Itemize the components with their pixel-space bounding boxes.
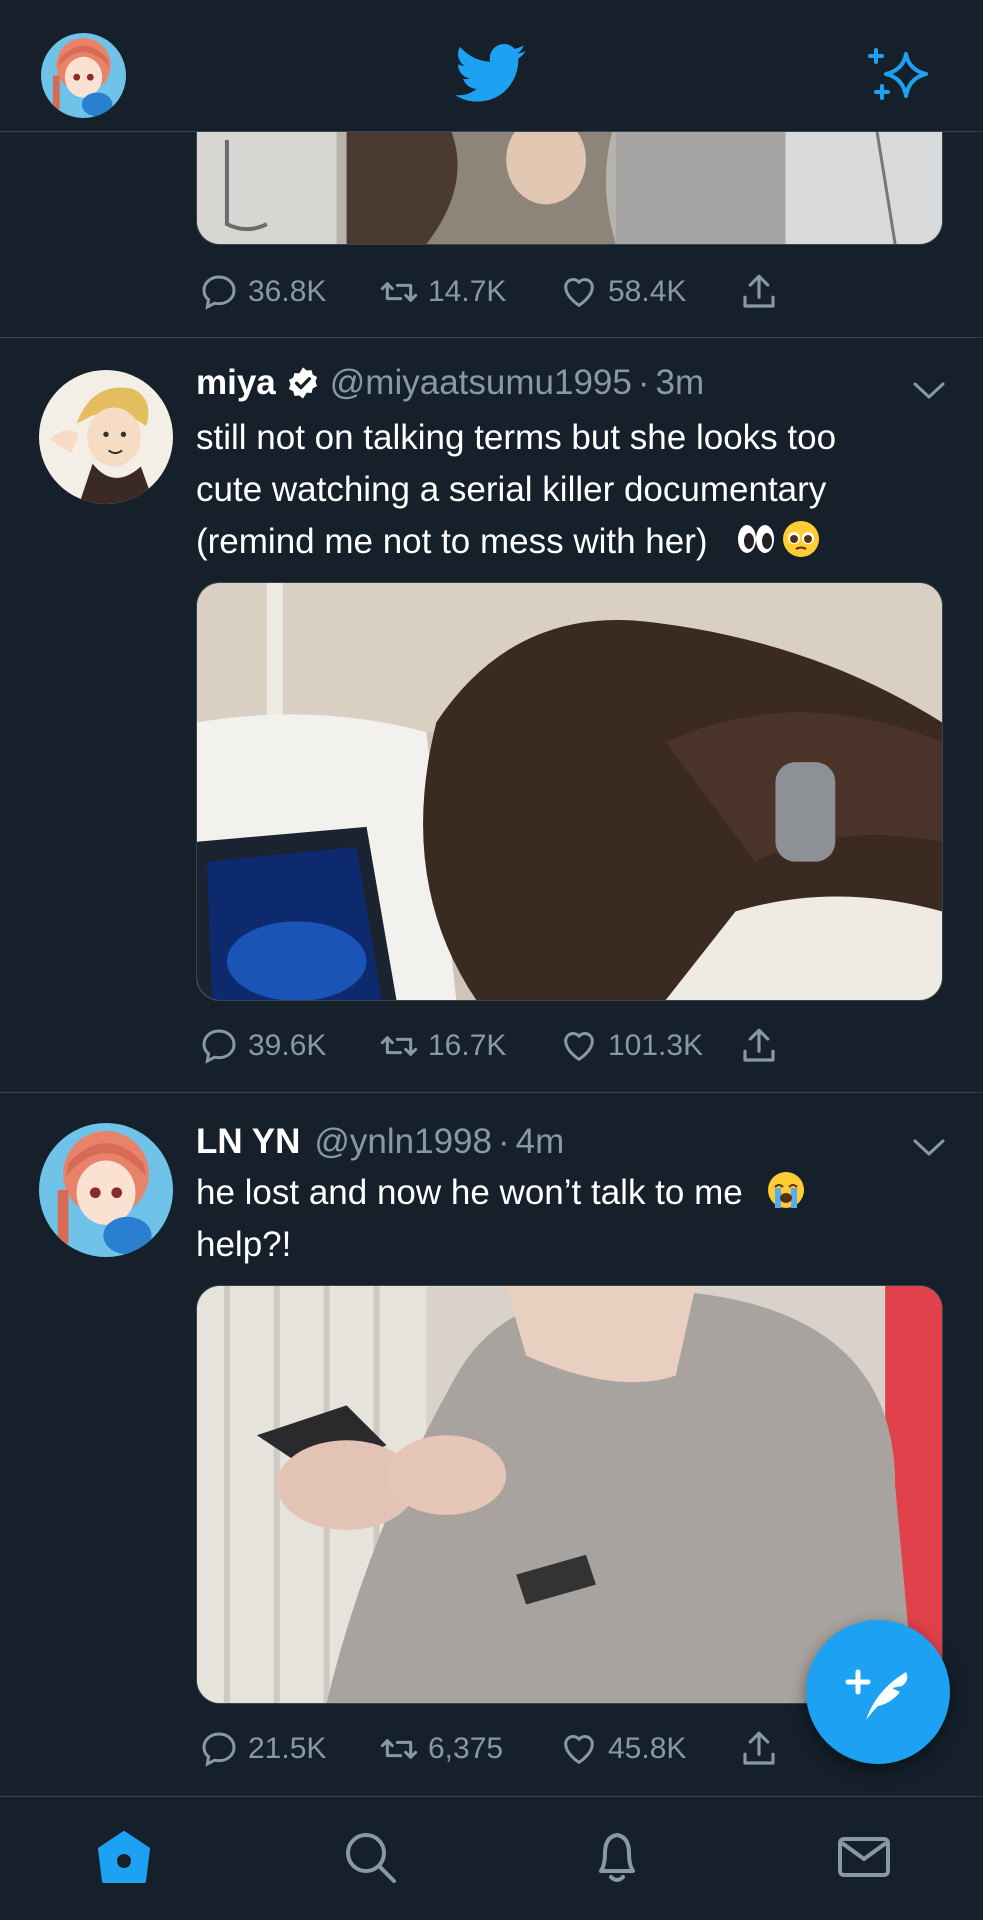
tweet-actions: 36.8K 14.7K 58.4K [198, 270, 788, 314]
tweet-text-line: (remind me not to mess with her) [196, 516, 956, 568]
like-button[interactable]: 58.4K [558, 272, 738, 312]
tweet-media-image[interactable] [196, 582, 943, 1001]
tweet-text-line: still not on talking terms but she looks… [196, 418, 837, 457]
loudly-crying-face-emoji [768, 1172, 805, 1208]
user-handle[interactable]: @ynln1998 [314, 1122, 492, 1162]
reply-count: 39.6K [248, 1029, 327, 1062]
compose-tweet-button[interactable] [806, 1620, 950, 1764]
reply-icon [202, 1732, 236, 1767]
nav-search[interactable] [340, 1827, 400, 1887]
messages-icon [838, 1837, 890, 1877]
separator: · [637, 363, 650, 402]
profile-avatar[interactable] [41, 33, 126, 118]
retweet-count: 14.7K [428, 275, 507, 308]
display-name[interactable]: LN YN [196, 1122, 300, 1162]
tweet[interactable]: miya @miyaatsumu1995 · 3m still not on t… [0, 338, 983, 1093]
twitter-bird-icon[interactable] [455, 44, 527, 104]
tweet-text: still not on talking terms but she looks… [196, 412, 956, 568]
tweet-media-image[interactable] [196, 120, 943, 245]
tweet-text-line: help?! [196, 1225, 292, 1264]
retweet-icon [380, 1739, 418, 1759]
tweet-time[interactable]: 3m [656, 363, 705, 403]
sparkle-icon[interactable] [868, 44, 936, 106]
separator: · [497, 1122, 510, 1161]
reply-button[interactable]: 36.8K [198, 272, 378, 312]
retweet-button[interactable]: 6,375 [378, 1729, 558, 1769]
search-icon [346, 1833, 396, 1883]
tweet-actions: 21.5K 6,375 45.8K [198, 1727, 788, 1771]
compose-tweet-icon [845, 1669, 908, 1720]
retweet-button[interactable]: 14.7K [378, 272, 558, 312]
tweet-header: miya @miyaatsumu1995 · 3m [196, 360, 704, 406]
reply-count: 36.8K [248, 275, 327, 308]
share-button[interactable] [738, 1728, 788, 1770]
tweet-text-line: he lost and now he won’t talk to me [196, 1167, 956, 1219]
notifications-icon [599, 1833, 635, 1882]
retweet-icon [380, 1036, 418, 1056]
chevron-down-icon[interactable] [912, 380, 946, 402]
like-button[interactable]: 45.8K [558, 1729, 738, 1769]
tweet-text: he lost and now he won’t talk to me help… [196, 1167, 956, 1271]
retweet-button[interactable]: 16.7K [378, 1026, 558, 1066]
retweet-icon [380, 282, 418, 302]
share-icon [743, 1028, 775, 1062]
tweet-time[interactable]: 4m [516, 1122, 565, 1162]
reply-button[interactable]: 39.6K [198, 1026, 378, 1066]
verified-badge-icon [288, 367, 317, 399]
nav-home[interactable] [94, 1827, 154, 1887]
user-avatar[interactable] [39, 1123, 173, 1257]
tweet-text-line: cute watching a serial killer documentar… [196, 470, 827, 509]
share-button[interactable] [738, 1025, 788, 1067]
share-icon [743, 1731, 775, 1765]
heart-icon [564, 1735, 594, 1764]
tweet-header: LN YN @ynln1998 · 4m [196, 1119, 564, 1165]
tweet-text-fragment: he lost and now he won’t talk to me [196, 1173, 743, 1212]
user-avatar[interactable] [39, 370, 173, 504]
heart-icon [564, 278, 594, 307]
nav-messages[interactable] [834, 1827, 894, 1887]
user-handle[interactable]: @miyaatsumu1995 [330, 363, 632, 403]
eyes-emoji [738, 525, 775, 553]
retweet-count: 6,375 [428, 1732, 504, 1765]
bottom-nav [0, 1796, 983, 1920]
like-count: 45.8K [608, 1732, 687, 1765]
chevron-down-icon[interactable] [912, 1137, 946, 1159]
like-count: 58.4K [608, 275, 687, 308]
tweet-text-fragment: (remind me not to mess with her) [196, 522, 708, 561]
reply-count: 21.5K [248, 1732, 327, 1765]
reply-icon [202, 1029, 236, 1064]
like-count: 101.3K [608, 1029, 704, 1062]
share-button[interactable] [738, 271, 788, 313]
pleading-face-emoji [783, 521, 820, 557]
nav-notifications[interactable] [587, 1827, 647, 1887]
home-icon [98, 1831, 150, 1883]
display-name[interactable]: miya [196, 363, 276, 403]
share-icon [743, 274, 775, 308]
retweet-count: 16.7K [428, 1029, 507, 1062]
tweet-actions: 39.6K 16.7K 101.3K [198, 1024, 788, 1068]
heart-icon [564, 1032, 594, 1061]
like-button[interactable]: 101.3K [558, 1026, 738, 1066]
top-bar [0, 0, 983, 132]
reply-button[interactable]: 21.5K [198, 1729, 378, 1769]
reply-icon [202, 275, 236, 310]
